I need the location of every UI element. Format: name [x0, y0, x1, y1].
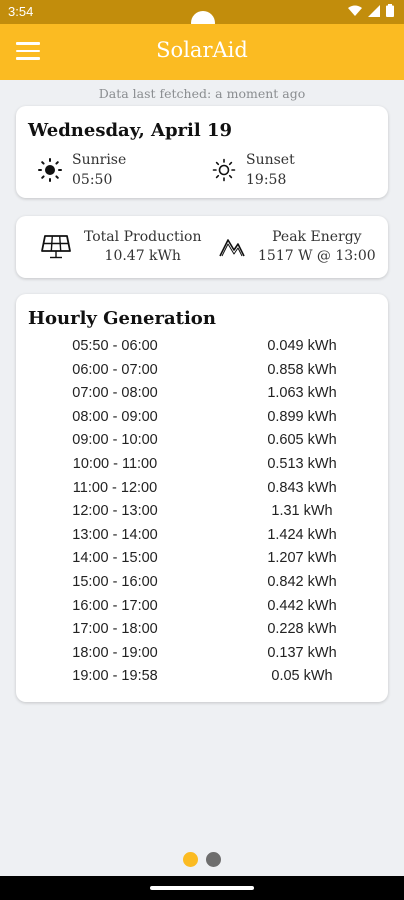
wifi-icon [348, 5, 362, 16]
sun-filled-icon [38, 158, 62, 182]
hour-range: 19:00 - 19:58 [72, 668, 158, 685]
list-item: 13:00 - 14:00 1.424 kWh [16, 525, 388, 549]
sunset-time: 19:58 [246, 172, 287, 188]
hour-range: 14:00 - 15:00 [72, 550, 158, 567]
hour-range: 16:00 - 17:00 [72, 597, 158, 614]
app-title: SolarAid [156, 38, 248, 62]
total-production-value: 10.47 kWh [104, 248, 181, 264]
total-production-item: Total Production 10.47 kWh [40, 228, 202, 266]
hour-value: 0.843 kWh [267, 479, 337, 496]
list-item: 05:50 - 06:00 0.049 kWh [16, 336, 388, 360]
production-card: Total Production 10.47 kWh Peak Energy 1… [16, 216, 388, 278]
page-indicator [183, 852, 221, 867]
home-gesture-handle[interactable] [150, 886, 254, 890]
peak-energy-item: Peak Energy 1517 W @ 13:00 [218, 228, 376, 266]
total-production-label: Total Production [84, 229, 202, 245]
hour-value: 0.137 kWh [267, 644, 337, 661]
app-bar: SolarAid [0, 24, 404, 80]
page-dot-1[interactable] [183, 852, 198, 867]
peak-energy-label: Peak Energy [272, 229, 362, 245]
hour-range: 07:00 - 08:00 [72, 385, 158, 402]
sunrise-time: 05:50 [72, 172, 113, 188]
hour-value: 1.424 kWh [267, 526, 337, 543]
hourly-title: Hourly Generation [28, 308, 216, 329]
hour-value: 0.842 kWh [267, 573, 337, 590]
sun-outline-icon [212, 158, 236, 182]
hour-value: 1.31 kWh [271, 503, 333, 520]
list-item: 06:00 - 07:00 0.858 kWh [16, 360, 388, 384]
list-item: 11:00 - 12:00 0.843 kWh [16, 478, 388, 502]
list-item: 17:00 - 18:00 0.228 kWh [16, 619, 388, 643]
sunrise-item: Sunrise 05:50 [38, 150, 126, 190]
list-item: 14:00 - 15:00 1.207 kWh [16, 548, 388, 572]
hour-value: 0.513 kWh [267, 455, 337, 472]
solar-panel-icon [41, 235, 71, 259]
hour-value: 0.858 kWh [267, 361, 337, 378]
day-card: Wednesday, April 19 Sunrise 05:50 Sunset… [16, 106, 388, 198]
hour-range: 09:00 - 10:00 [72, 432, 158, 449]
hour-value: 0.899 kWh [267, 408, 337, 425]
battery-icon [386, 4, 394, 17]
hourly-card: Hourly Generation 05:50 - 06:00 0.049 kWh… [16, 294, 388, 702]
hour-value: 1.063 kWh [267, 385, 337, 402]
sunset-item: Sunset 19:58 [212, 150, 295, 190]
list-item: 08:00 - 09:00 0.899 kWh [16, 407, 388, 431]
zigzag-chart-icon [219, 239, 245, 257]
list-item: 15:00 - 16:00 0.842 kWh [16, 572, 388, 596]
page-dot-2[interactable] [206, 852, 221, 867]
hour-range: 15:00 - 16:00 [72, 573, 158, 590]
list-item: 19:00 - 19:58 0.05 kWh [16, 666, 388, 690]
hour-range: 08:00 - 09:00 [72, 408, 158, 425]
hour-range: 13:00 - 14:00 [72, 526, 158, 543]
hour-range: 12:00 - 13:00 [72, 503, 158, 520]
sunrise-label: Sunrise [72, 152, 127, 168]
hour-value: 0.05 kWh [271, 668, 333, 685]
list-item: 16:00 - 17:00 0.442 kWh [16, 596, 388, 620]
sunset-label: Sunset [246, 152, 295, 168]
hour-value: 0.228 kWh [267, 621, 337, 638]
status-icons [348, 4, 394, 17]
last-fetched-text: Data last fetched: a moment ago [98, 86, 306, 101]
hour-range: 10:00 - 11:00 [72, 455, 158, 472]
list-item: 10:00 - 11:00 0.513 kWh [16, 454, 388, 478]
hour-range: 05:50 - 06:00 [72, 338, 158, 354]
hour-value: 0.605 kWh [267, 432, 337, 449]
hourly-list: 05:50 - 06:00 0.049 kWh 06:00 - 07:00 0.85… [16, 336, 388, 690]
hour-value: 1.207 kWh [267, 550, 337, 567]
hour-value: 0.049 kWh [267, 338, 337, 354]
list-item: 09:00 - 10:00 0.605 kWh [16, 430, 388, 454]
list-item: 12:00 - 13:00 1.31 kWh [16, 501, 388, 525]
list-item: 18:00 - 19:00 0.137 kWh [16, 643, 388, 667]
system-nav-bar [0, 876, 404, 900]
hour-range: 11:00 - 12:00 [72, 479, 158, 496]
hour-range: 06:00 - 07:00 [72, 361, 158, 378]
hour-range: 18:00 - 19:00 [72, 644, 158, 661]
peak-energy-value: 1517 W @ 13:00 [258, 248, 376, 264]
list-item: 07:00 - 08:00 1.063 kWh [16, 383, 388, 407]
status-time: 3:54 [8, 4, 34, 19]
hour-value: 0.442 kWh [267, 597, 337, 614]
hour-range: 17:00 - 18:00 [72, 621, 158, 638]
date-title: Wednesday, April 19 [28, 120, 233, 141]
signal-icon [368, 4, 380, 17]
